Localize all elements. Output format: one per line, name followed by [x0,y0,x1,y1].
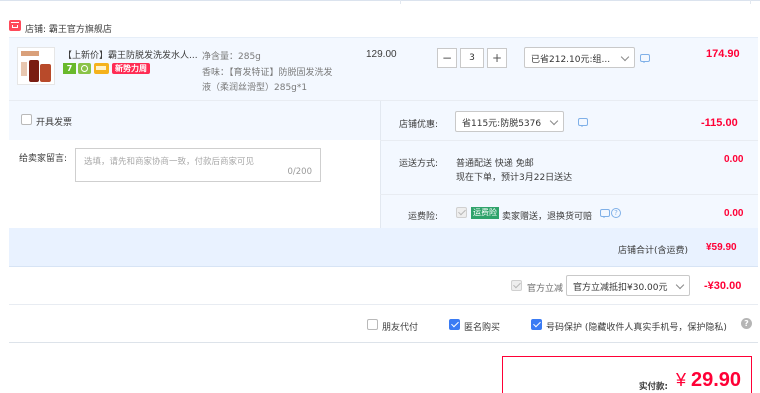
top-col-divider [400,0,401,4]
platform-discount-checkbox [511,280,522,291]
friend-pay-label[interactable]: 朋友代付 [382,320,418,333]
item-message-icon[interactable] [640,54,650,63]
shop-discount-value: 省115元:防脱5376 [462,119,542,129]
shop-total-label: 店铺合计(含运费) [618,246,689,256]
quantity-input[interactable]: 3 [460,48,484,68]
invoice-checkbox[interactable] [21,114,32,125]
unit-price: 129.00 [366,49,397,60]
top-divider [0,0,760,1]
insurance-tag: 运费险 [471,207,499,219]
insurance-label: 运费险: [408,212,439,222]
platform-discount-value: 官方立减抵扣¥30.00元 [573,283,668,293]
memo-textarea[interactable]: 选填，请先和商家协商一致，付款后商家可见 0/200 [75,148,321,182]
item-subtotal: 174.90 [706,48,740,60]
insurance-amount: 0.00 [724,208,744,219]
insurance-checkbox [456,207,467,218]
shop-name[interactable]: 店铺: 霸王官方旗舰店 [25,22,112,35]
chevron-down-icon [675,280,685,290]
increase-button[interactable]: + [487,48,507,68]
memo-label: 给卖家留言: [19,154,68,164]
item-promo-select[interactable]: 已省212.10元:组... [524,47,635,68]
platform-discount-amount: -¥30.00 [704,280,742,292]
insurance-desc: 卖家赠送，退换货可赔 [502,212,593,222]
shipping-method: 普通配送 快递 免邮 [456,159,534,169]
shipping-amount: 0.00 [724,154,744,165]
payment-amount: 29.90 [691,369,742,391]
item-promo-value: 已省212.10元:组... [531,55,611,65]
payment-label: 实付款: [639,382,668,392]
shop-total-value: ¥59.90 [706,242,737,253]
guarantee-icon [78,63,91,74]
spec-variant: 液（柔润丝滑型）285g*1 [202,83,308,93]
shipping-eta: 现在下单，预计3月22日送达 [456,173,573,183]
shop-discount-label: 店铺优惠: [399,120,439,130]
discount-message-icon[interactable] [578,118,588,127]
invoice-label[interactable]: 开具发票 [36,115,72,128]
chevron-down-icon [549,116,559,126]
shop-discount-select[interactable]: 省115元:防脱5376 [455,111,564,132]
privacy-label[interactable]: 号码保护 (隐藏收件人真实手机号，保护隐私) [546,320,727,333]
product-title[interactable]: 【上新价】霸王防脱发洗发水人... [63,48,198,61]
insurance-message-icon[interactable] [600,209,610,218]
top-col-divider [750,0,751,4]
decrease-button[interactable]: − [437,48,457,68]
options-divider [380,194,758,195]
seven-day-return-icon: 7 [63,63,76,74]
shop-discount-amount: -115.00 [701,117,738,129]
friend-pay-checkbox[interactable] [367,319,378,330]
product-thumbnail[interactable] [17,47,55,85]
payment-summary: 实付款: ¥ 29.90 [502,356,752,393]
card-pay-icon [94,63,109,74]
payment-currency: ¥ [676,370,687,390]
privacy-checkbox[interactable] [531,319,542,330]
options-divider [380,140,758,141]
spec-scent: 香味：【育发特证】防脱固发洗发 [202,68,333,78]
platform-discount-label: 官方立减 [527,284,564,294]
memo-placeholder: 选填，请先和商家协商一致，付款后商家可见 [84,157,255,167]
spec-net-content: 净含量：285g [202,52,261,62]
privacy-help-icon[interactable]: ? [741,318,752,329]
promo-badge: 新势力周 [112,63,150,74]
summary-divider [9,342,758,343]
quantity-stepper: − 3 + [437,48,508,68]
chevron-down-icon [620,52,630,62]
options-row-divider [9,304,758,305]
platform-discount-select[interactable]: 官方立减抵扣¥30.00元 [566,275,690,296]
anonymous-checkbox[interactable] [449,319,460,330]
anonymous-label[interactable]: 匿名购买 [464,320,500,333]
help-icon[interactable]: ? [611,208,621,218]
shipping-label: 运送方式: [399,159,439,169]
shop-icon [9,20,21,31]
memo-counter: 0/200 [287,167,313,177]
